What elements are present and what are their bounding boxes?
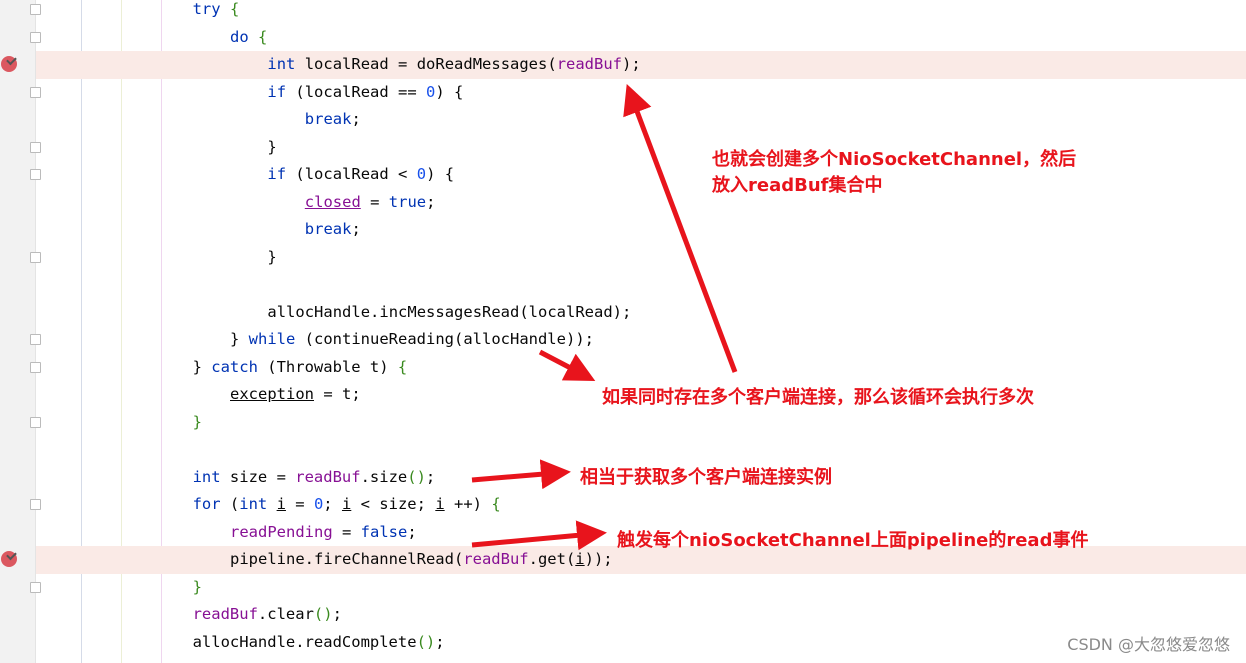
arrow bbox=[623, 83, 738, 373]
fold-marker-icon[interactable] bbox=[30, 169, 41, 180]
fold-marker-icon[interactable] bbox=[30, 251, 41, 263]
breakpoint-icon[interactable] bbox=[1, 56, 17, 72]
fold-marker-icon[interactable] bbox=[30, 86, 41, 98]
fold-marker-icon[interactable] bbox=[30, 499, 41, 510]
fold-marker-icon[interactable] bbox=[30, 334, 41, 345]
fold-marker-icon[interactable] bbox=[30, 31, 41, 43]
arrow bbox=[538, 349, 596, 381]
breakpoint-icon[interactable] bbox=[1, 551, 17, 567]
annotation-arrows bbox=[471, 83, 738, 551]
fold-marker-icon[interactable] bbox=[30, 361, 41, 373]
fold-marker-icon[interactable] bbox=[30, 141, 41, 153]
fold-marker-icon[interactable] bbox=[30, 581, 41, 593]
arrow bbox=[471, 520, 607, 551]
watermark: CSDN @大忽悠爱忽悠 bbox=[1067, 635, 1230, 654]
arrow bbox=[471, 459, 571, 490]
fold-marker-icon[interactable] bbox=[30, 416, 41, 428]
fold-marker-icon[interactable] bbox=[30, 4, 41, 15]
